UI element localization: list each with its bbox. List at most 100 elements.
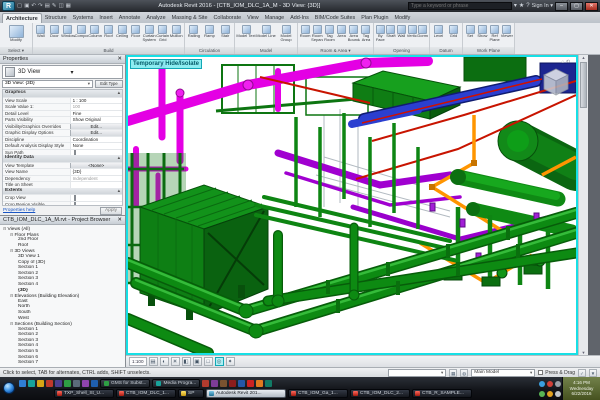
tray-icon[interactable] xyxy=(539,391,545,397)
press-drag-checkbox[interactable] xyxy=(538,370,543,375)
property-row[interactable]: View Template<None> xyxy=(3,162,122,169)
properties-help-link[interactable]: Properties help xyxy=(3,208,35,213)
window-button[interactable]: Window xyxy=(61,24,75,47)
modify-button[interactable]: Modify xyxy=(1,24,31,47)
tab-view[interactable]: View xyxy=(244,13,262,23)
grid-button[interactable]: Grid xyxy=(446,24,461,47)
panel-label-datum[interactable]: Datum xyxy=(430,47,462,54)
edit-button[interactable]: Edit... xyxy=(70,124,122,130)
tray-icon[interactable] xyxy=(539,381,545,387)
application-menu-button[interactable]: R xyxy=(2,1,15,11)
favorites-icon[interactable]: ★ xyxy=(519,1,524,11)
taskbar-window-button[interactable]: CTB_IOM_Ga_1... xyxy=(288,389,348,398)
search-icon[interactable]: ▾ xyxy=(514,1,517,11)
property-row[interactable]: DependencyIndependent xyxy=(3,175,122,182)
temporary-hide-isolate-badge[interactable]: Temporary Hide/Isolate xyxy=(130,59,202,69)
scale-control[interactable]: 1:100 xyxy=(129,357,147,366)
panel-label-room-area[interactable]: Room & Area ▾ xyxy=(298,47,373,54)
property-row[interactable]: Visibility/Graphics OverridesEdit... xyxy=(3,123,122,130)
property-row[interactable]: Scale Value 1:100 xyxy=(3,103,122,110)
quick-launch-icon[interactable] xyxy=(28,380,35,387)
taskbar-window-button[interactable]: SP xyxy=(178,389,204,398)
area-boundary-button[interactable]: Area Boundary xyxy=(348,24,360,47)
reveal-hidden-icon[interactable]: ✦ xyxy=(226,357,235,366)
tray-icon[interactable] xyxy=(547,381,553,387)
redo-icon[interactable]: ↷ xyxy=(38,1,43,11)
detail-level-icon[interactable]: ▤ xyxy=(149,357,158,366)
railing-button[interactable]: Railing xyxy=(186,24,202,47)
qat-icon[interactable]: ✎ xyxy=(52,1,57,11)
exclusion-icon[interactable]: ✓ xyxy=(578,369,586,377)
property-row[interactable]: Graphic Display OptionsEdit... xyxy=(3,129,122,136)
viewcube-home-icon[interactable]: ⌂ ⟲ xyxy=(561,59,570,65)
press-drag-toggle[interactable]: Press & Drag xyxy=(538,370,575,376)
component-button[interactable]: Component xyxy=(75,24,89,47)
tray-icon[interactable] xyxy=(555,381,561,387)
tab-annotate[interactable]: Annotate xyxy=(116,13,144,23)
panel-label-circulation[interactable]: Circulation xyxy=(185,47,234,54)
model-group-button[interactable]: Model Group xyxy=(276,24,296,47)
design-options-dropdown[interactable]: Main Model▾ xyxy=(471,369,535,377)
tab-add-ins[interactable]: Add-Ins xyxy=(287,13,312,23)
quick-launch-icon[interactable] xyxy=(202,380,209,387)
sun-path-checkbox[interactable] xyxy=(74,150,76,156)
qat-icon[interactable]: ▢ xyxy=(17,1,22,11)
edit-button[interactable]: Edit... xyxy=(70,130,122,136)
taskbar-window-button[interactable]: CTB_IOM_DLC_1... xyxy=(116,389,176,398)
worksets-dropdown[interactable]: ▾ xyxy=(388,369,446,377)
quick-launch-icon[interactable] xyxy=(229,380,236,387)
vertical-opening-button[interactable]: Vertical xyxy=(407,24,418,47)
qat-icon[interactable]: ▦ xyxy=(66,1,71,11)
tab-massing-site[interactable]: Massing & Site xyxy=(169,13,211,23)
property-row[interactable]: View Scale1 : 100 xyxy=(3,97,122,104)
close-button[interactable]: ✕ xyxy=(585,2,598,11)
qat-icon[interactable]: ▤ xyxy=(45,1,50,11)
browser-item[interactable]: Section 7 xyxy=(0,360,125,366)
temporary-hide-isolate-icon[interactable]: ◎ xyxy=(215,357,224,366)
property-row[interactable]: Parts VisibilityShow Original xyxy=(3,116,122,123)
opening-by-face-button[interactable]: By Face xyxy=(375,24,386,47)
quick-launch-icon[interactable] xyxy=(247,380,254,387)
panel-label-build[interactable]: Build xyxy=(33,47,184,54)
quick-launch-icon[interactable] xyxy=(220,380,227,387)
project-browser-header[interactable]: CTB_IOM_DLC_1A_M.rvt - Project Browser✕ xyxy=(0,216,125,225)
quick-launch-icon[interactable] xyxy=(55,380,62,387)
tag-area-button[interactable]: Tag Area xyxy=(360,24,372,47)
scroll-up-icon[interactable]: ▲ xyxy=(582,55,586,60)
panel-label-work-plane[interactable]: Work Plane xyxy=(463,47,514,54)
property-row[interactable]: Detail LevelFine xyxy=(3,110,122,117)
panel-label-model[interactable]: Model xyxy=(235,47,297,54)
sign-in-button[interactable]: Sign In ▾ xyxy=(532,3,553,9)
help-icon[interactable]: ? xyxy=(526,1,529,11)
viewcube[interactable] xyxy=(541,67,571,97)
start-button[interactable] xyxy=(3,382,15,394)
model-line-button[interactable]: Model Line xyxy=(256,24,276,47)
tab-bim-code-suites[interactable]: BIM/Code Suites xyxy=(312,13,358,23)
tab-systems[interactable]: Systems xyxy=(70,13,97,23)
wall-opening-button[interactable]: Wall xyxy=(396,24,407,47)
tab-manage[interactable]: Manage xyxy=(262,13,287,23)
panel-label-opening[interactable]: Opening xyxy=(374,47,429,54)
tab-structure[interactable]: Structure xyxy=(42,13,70,23)
model-canvas[interactable]: Temporary Hide/Isolate ⌂ ⟲ xyxy=(126,55,578,355)
qat-icon[interactable]: ◫ xyxy=(58,1,63,11)
model-text-button[interactable]: Model Text xyxy=(236,24,256,47)
quick-launch-icon[interactable] xyxy=(46,380,53,387)
instance-selector[interactable]: 3D View: {3D}▾ xyxy=(2,80,93,88)
tab-architecture[interactable]: Architecture xyxy=(2,13,42,23)
vertical-scrollbar[interactable]: ▲ ▼ xyxy=(578,55,588,355)
visual-style-icon[interactable]: ◐ xyxy=(160,357,169,366)
panel-label-select[interactable]: Select ▾ xyxy=(0,47,32,54)
door-button[interactable]: Door xyxy=(48,24,62,47)
minimize-button[interactable]: – xyxy=(555,2,568,11)
apply-button[interactable]: Apply xyxy=(100,207,122,215)
quick-launch-icon[interactable] xyxy=(19,380,26,387)
taskbar-window-button-active[interactable]: Autodesk Revit 201... xyxy=(206,389,286,398)
column-button[interactable]: Column xyxy=(88,24,102,47)
curtain-grid-button[interactable]: Curtain Grid xyxy=(156,24,170,47)
sun-path-icon[interactable]: ☀ xyxy=(171,357,180,366)
property-row[interactable]: Crop View xyxy=(3,194,122,201)
room-button[interactable]: Room xyxy=(299,24,311,47)
property-row[interactable]: Default Analysis Display StyleNone xyxy=(3,142,122,149)
quick-launch-icon[interactable] xyxy=(256,380,263,387)
